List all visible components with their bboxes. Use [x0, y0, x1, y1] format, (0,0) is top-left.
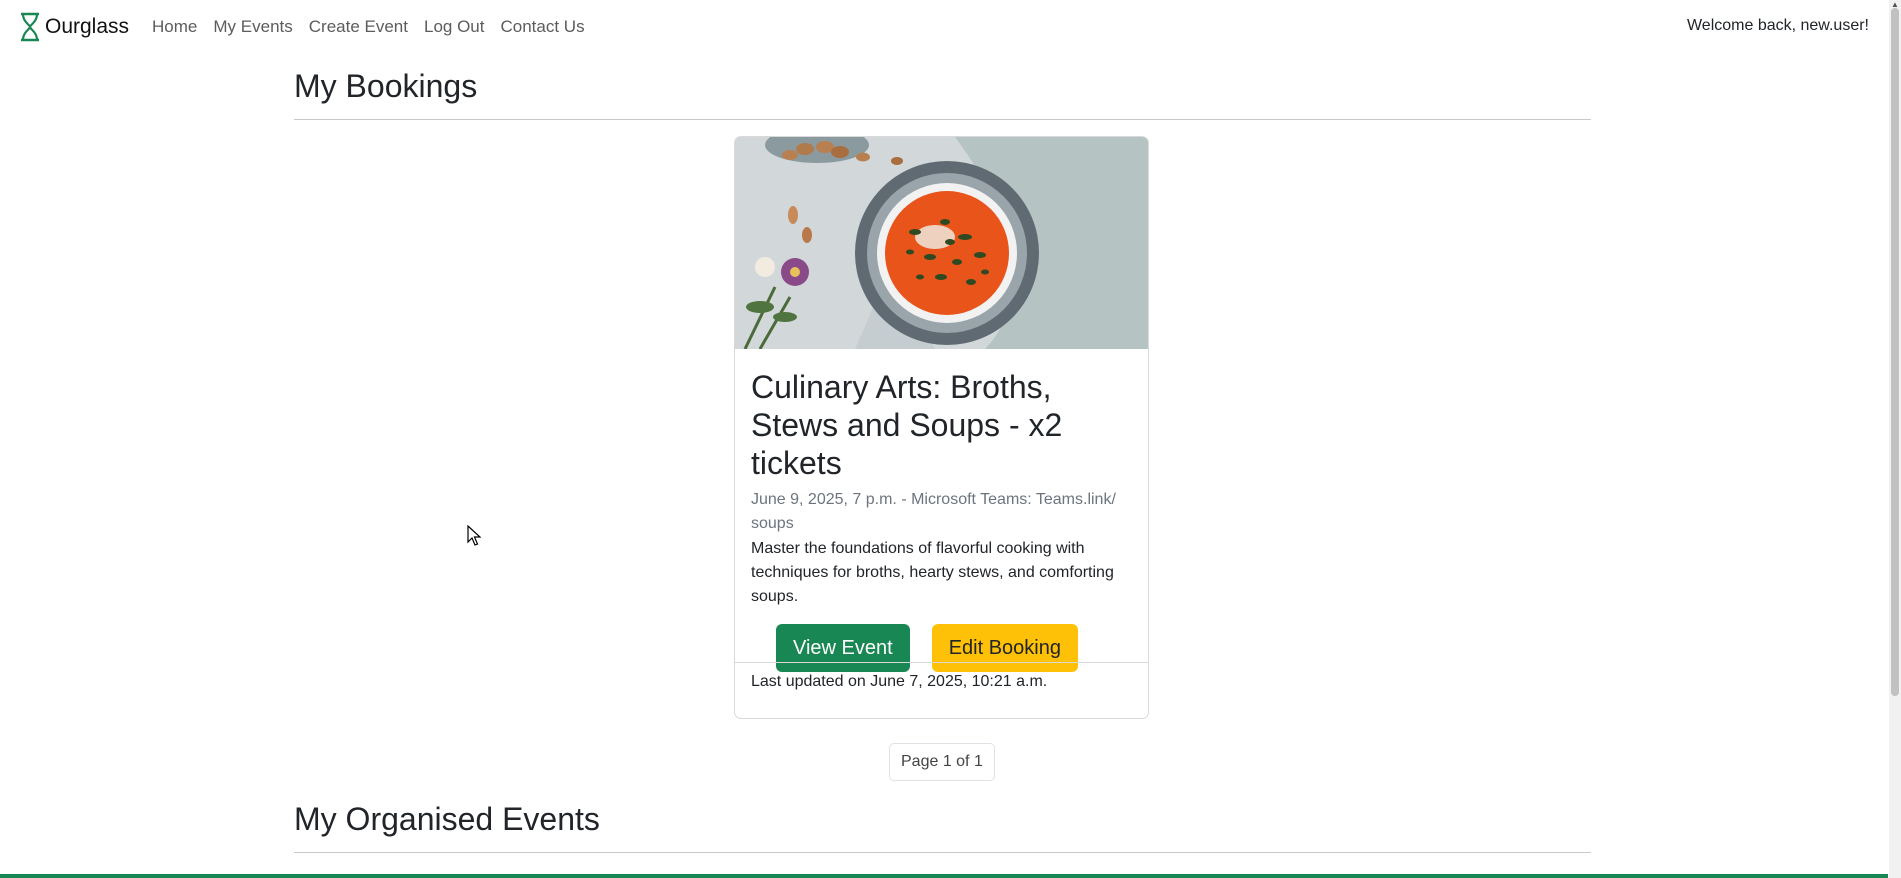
soup-image [735, 137, 1148, 349]
event-description: Master the foundations of flavorful cook… [751, 540, 1114, 605]
nav-contact-us[interactable]: Contact Us [500, 17, 584, 37]
nav-links: Home My Events Create Event Log Out Cont… [152, 17, 601, 37]
event-title: Culinary Arts: Broths, Stews and Soups -… [751, 369, 1063, 481]
nav-my-events[interactable]: My Events [213, 17, 292, 37]
brand-link[interactable]: Ourglass [18, 12, 129, 42]
mouse-cursor-icon [467, 525, 481, 546]
nav-home[interactable]: Home [152, 17, 197, 37]
brand-name: Ourglass [45, 15, 130, 38]
my-bookings-heading: My Bookings [294, 68, 1591, 120]
nav-log-out[interactable]: Log Out [424, 17, 485, 37]
nav-create-event[interactable]: Create Event [309, 17, 408, 37]
card-footer: Last updated on June 7, 2025, 10:21 a.m. [735, 662, 1148, 718]
booking-card: Culinary Arts: Broths, Stews and Soups -… [734, 136, 1149, 719]
card-body: Culinary Arts: Broths, Stews and Soups -… [735, 349, 1148, 672]
welcome-message: Welcome back, new.user! [1686, 17, 1869, 34]
bottom-accent-bar [0, 874, 1888, 878]
event-meta: June 9, 2025, 7 p.m. - Microsoft Teams: … [751, 491, 1116, 532]
scrollbar[interactable]: ▲ [1889, 0, 1901, 878]
scrollbar-thumb[interactable] [1891, 8, 1899, 696]
hourglass-icon [21, 12, 39, 42]
navbar: Ourglass Home My Events Create Event Log… [0, 0, 1888, 54]
my-organised-events-heading: My Organised Events [294, 801, 1591, 853]
pagination-indicator: Page 1 of 1 [889, 743, 995, 781]
